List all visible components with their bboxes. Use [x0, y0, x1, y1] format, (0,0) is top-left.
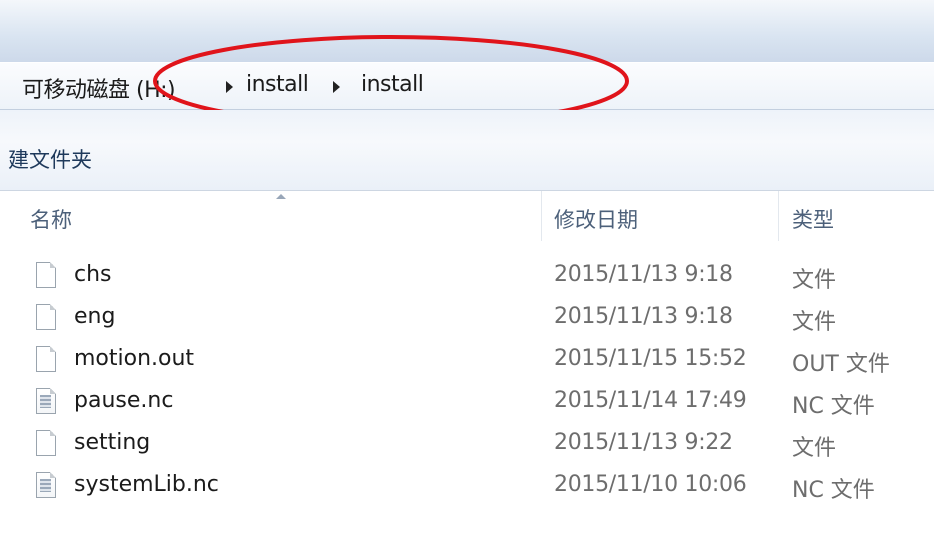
file-row[interactable]: eng 2015/11/13 9:18 文件: [0, 298, 934, 340]
file-date-modified: 2015/11/15 15:52: [554, 346, 747, 371]
address-bar[interactable]: 可移动磁盘 (H:) install install: [0, 62, 934, 110]
file-row[interactable]: setting 2015/11/13 9:22 文件: [0, 424, 934, 466]
file-name: setting: [74, 430, 151, 455]
file-name: eng: [74, 304, 116, 329]
file-date-modified: 2015/11/10 10:06: [554, 472, 747, 497]
column-divider[interactable]: [778, 191, 779, 241]
text-file-icon: [36, 472, 56, 498]
command-toolbar: 建文件夹: [0, 110, 934, 191]
sort-ascending-icon: [276, 194, 286, 199]
column-divider[interactable]: [541, 191, 542, 241]
file-date-modified: 2015/11/14 17:49: [554, 388, 747, 413]
explorer-window: 可移动磁盘 (H:) install install 建文件夹 名称 修改日期 …: [0, 0, 934, 536]
blank-file-icon: [36, 304, 56, 330]
window-title-bar[interactable]: [0, 0, 934, 63]
file-date-modified: 2015/11/13 9:18: [554, 262, 733, 287]
file-type: OUT 文件: [792, 352, 890, 377]
blank-file-icon: [36, 262, 56, 288]
file-row[interactable]: motion.out 2015/11/15 15:52 OUT 文件: [0, 340, 934, 382]
file-date-modified: 2015/11/13 9:22: [554, 430, 733, 455]
blank-file-icon: [36, 430, 56, 456]
breadcrumb-item-install-current[interactable]: install: [361, 72, 424, 97]
column-header-date-modified[interactable]: 修改日期: [554, 204, 638, 234]
column-header-row: 名称 修改日期 类型: [0, 191, 934, 241]
text-file-icon: [36, 388, 56, 414]
file-type: NC 文件: [792, 394, 875, 419]
file-name: pause.nc: [74, 388, 174, 413]
blank-file-icon: [36, 346, 56, 372]
file-row[interactable]: systemLib.nc 2015/11/10 10:06 NC 文件: [0, 466, 934, 508]
new-folder-button[interactable]: 建文件夹: [8, 144, 92, 174]
file-type: NC 文件: [792, 478, 875, 503]
breadcrumb-separator-arrow-icon[interactable]: [333, 81, 340, 93]
file-list: chs 2015/11/13 9:18 文件 eng 2015/11/13 9:…: [0, 256, 934, 508]
file-type: 文件: [792, 436, 837, 461]
file-name: systemLib.nc: [74, 472, 219, 497]
column-header-name[interactable]: 名称: [30, 204, 72, 234]
file-date-modified: 2015/11/13 9:18: [554, 304, 733, 329]
breadcrumb-separator-arrow-icon[interactable]: [226, 81, 233, 93]
file-name: chs: [74, 262, 112, 287]
breadcrumb-item-install[interactable]: install: [246, 72, 309, 97]
file-type: 文件: [792, 268, 837, 293]
breadcrumb-root-drive[interactable]: 可移动磁盘 (H:): [22, 72, 176, 104]
file-type: 文件: [792, 310, 837, 335]
file-name: motion.out: [74, 346, 195, 371]
file-row[interactable]: chs 2015/11/13 9:18 文件: [0, 256, 934, 298]
column-header-type[interactable]: 类型: [792, 204, 834, 234]
file-row[interactable]: pause.nc 2015/11/14 17:49 NC 文件: [0, 382, 934, 424]
